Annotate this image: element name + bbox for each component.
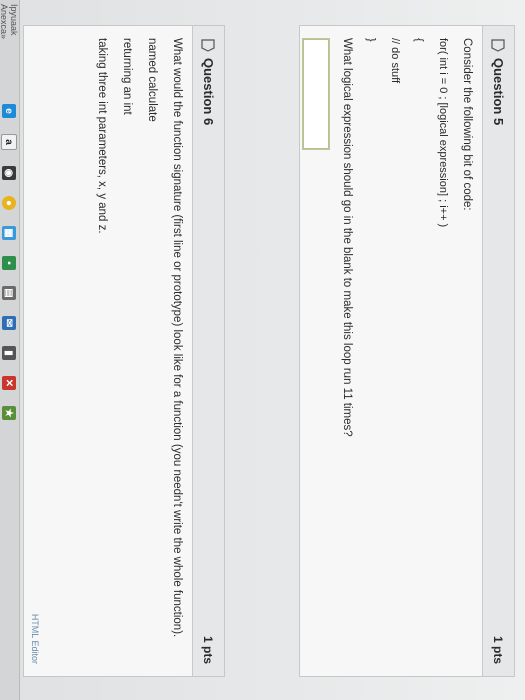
answer-input[interactable] [302, 38, 330, 150]
question-5-header: Question 5 1 pts [482, 26, 514, 676]
tool-icon[interactable]: ✕ [2, 376, 16, 390]
mail-icon[interactable]: ✉ [2, 316, 16, 330]
bookmark-flag-icon[interactable] [491, 38, 506, 52]
question-6-text: What would the function signature (first… [171, 38, 183, 638]
question-6-card: Question 6 1 pts What would the function… [23, 25, 225, 677]
code-line: { [413, 38, 425, 42]
question-5-card: Question 5 1 pts Consider the following … [299, 25, 515, 677]
question-5-body: Consider the following bit of code: for(… [294, 26, 482, 676]
question-6-line: returning an int [121, 38, 133, 115]
question-5-prompt: Consider the following bit of code: [461, 38, 473, 211]
question-5-points: 1 pts [491, 635, 506, 664]
video-icon[interactable]: ▮ [2, 346, 16, 360]
question-6-points: 1 pts [201, 635, 216, 664]
camera-icon[interactable]: ◉ [2, 166, 16, 180]
code-line: // do stuff [389, 38, 401, 84]
code-line: for( int i = 0 ; [logical expression] ; … [437, 38, 449, 228]
taskbar-label: Ipyuaak Anexca» [0, 4, 19, 40]
taskbar: Ipyuaak Anexca» e a ◉ ● ▦ ▪ ▤ ✉ ▮ ✕ ★ [0, 0, 20, 700]
question-6-line: named calculate [146, 38, 158, 122]
question-6-body: What would the function signature (first… [76, 26, 192, 676]
amazon-icon[interactable]: a [1, 134, 17, 150]
app-icon[interactable]: ▤ [2, 286, 16, 300]
question-5-text: What logical expression should go in the… [341, 38, 353, 437]
question-6-header: Question 6 1 pts [192, 26, 224, 676]
question-6-line: taking three int parameters, x, y and z. [96, 38, 108, 234]
code-line: } [365, 38, 377, 42]
screen: Question 5 1 pts Consider the following … [0, 0, 525, 700]
app-icon[interactable]: ★ [2, 406, 16, 420]
bookmark-flag-icon[interactable] [201, 38, 216, 52]
chrome-icon[interactable]: ● [2, 196, 16, 210]
question-5-title: Question 5 [491, 58, 506, 126]
ie-icon[interactable]: e [2, 104, 16, 118]
code-block: for( int i = 0 ; [logical expression] ; … [363, 38, 450, 664]
store-icon[interactable]: ▦ [2, 226, 16, 240]
grid-icon[interactable]: ▪ [2, 256, 16, 270]
html-editor-link[interactable]: HTML Editor [30, 614, 40, 664]
question-6-title: Question 6 [201, 58, 216, 126]
